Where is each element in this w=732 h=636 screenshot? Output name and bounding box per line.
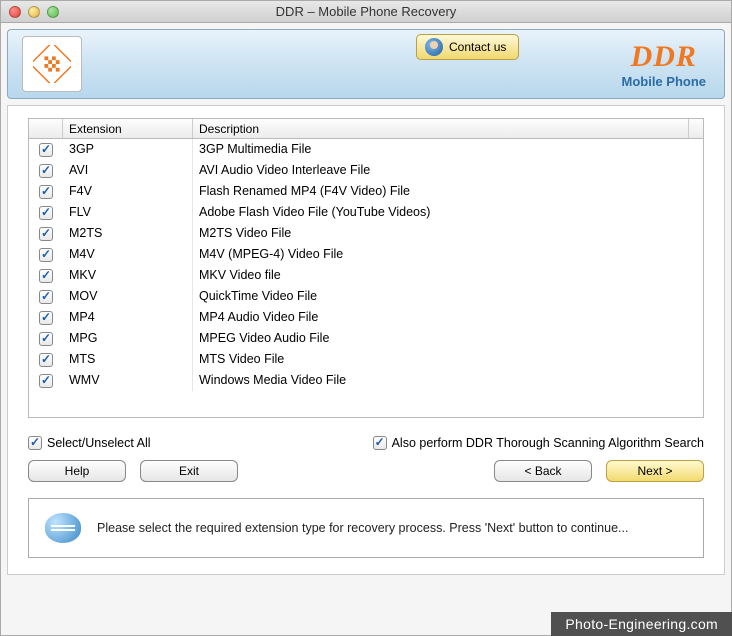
row-checkbox[interactable] xyxy=(29,286,63,307)
back-button[interactable]: < Back xyxy=(494,460,592,482)
thorough-scan-checkbox[interactable]: Also perform DDR Thorough Scanning Algor… xyxy=(373,436,704,450)
row-extension: MPG xyxy=(63,328,193,349)
row-checkbox[interactable] xyxy=(29,370,63,391)
table-body: 3GP3GP Multimedia FileAVIAVI Audio Video… xyxy=(29,139,703,391)
table-row[interactable]: WMVWindows Media Video File xyxy=(29,370,703,391)
person-icon xyxy=(425,38,443,56)
app-logo xyxy=(22,36,82,92)
brand: DDR Mobile Phone xyxy=(622,40,711,89)
checkbox-icon xyxy=(39,143,53,157)
row-extension: FLV xyxy=(63,202,193,223)
extension-table: Extension Description 3GP3GP Multimedia … xyxy=(28,118,704,418)
watermark: Photo-Engineering.com xyxy=(551,612,732,636)
zoom-icon[interactable] xyxy=(47,6,59,18)
table-row[interactable]: FLVAdobe Flash Video File (YouTube Video… xyxy=(29,202,703,223)
row-description: MKV Video file xyxy=(193,265,703,286)
window-title: DDR – Mobile Phone Recovery xyxy=(1,1,731,23)
select-all-checkbox[interactable]: Select/Unselect All xyxy=(28,436,151,450)
brand-title: DDR xyxy=(622,40,707,74)
select-all-label: Select/Unselect All xyxy=(47,436,151,450)
row-description: Flash Renamed MP4 (F4V Video) File xyxy=(193,181,703,202)
row-checkbox[interactable] xyxy=(29,244,63,265)
row-description: AVI Audio Video Interleave File xyxy=(193,160,703,181)
hint-text: Please select the required extension typ… xyxy=(97,519,628,538)
hint-box: Please select the required extension typ… xyxy=(28,498,704,558)
app-window: DDR – Mobile Phone Recovery Contact us D… xyxy=(0,0,732,636)
row-description: MPEG Video Audio File xyxy=(193,328,703,349)
row-extension: M2TS xyxy=(63,223,193,244)
table-row[interactable]: MPGMPEG Video Audio File xyxy=(29,328,703,349)
table-row[interactable]: F4VFlash Renamed MP4 (F4V Video) File xyxy=(29,181,703,202)
options-row: Select/Unselect All Also perform DDR Tho… xyxy=(28,436,704,450)
row-extension: 3GP xyxy=(63,139,193,160)
row-description: MP4 Audio Video File xyxy=(193,307,703,328)
checkbox-icon xyxy=(39,164,53,178)
next-button[interactable]: Next > xyxy=(606,460,704,482)
window-controls xyxy=(1,6,59,18)
checkbox-icon xyxy=(39,353,53,367)
minimize-icon[interactable] xyxy=(28,6,40,18)
checkbox-icon xyxy=(39,185,53,199)
row-checkbox[interactable] xyxy=(29,181,63,202)
row-checkbox[interactable] xyxy=(29,265,63,286)
checkbox-icon xyxy=(39,311,53,325)
table-row[interactable]: MKVMKV Video file xyxy=(29,265,703,286)
col-extension[interactable]: Extension xyxy=(63,119,193,138)
row-extension: MKV xyxy=(63,265,193,286)
row-checkbox[interactable] xyxy=(29,202,63,223)
col-checkbox xyxy=(29,119,63,138)
row-description: M4V (MPEG-4) Video File xyxy=(193,244,703,265)
header-banner: Contact us DDR Mobile Phone xyxy=(7,29,725,99)
table-row[interactable]: MP4MP4 Audio Video File xyxy=(29,307,703,328)
checkbox-icon xyxy=(39,374,53,388)
content-panel: Extension Description 3GP3GP Multimedia … xyxy=(7,105,725,575)
row-description: QuickTime Video File xyxy=(193,286,703,307)
row-description: 3GP Multimedia File xyxy=(193,139,703,160)
checkbox-icon xyxy=(373,436,387,450)
checkbox-icon xyxy=(28,436,42,450)
logo-icon xyxy=(33,45,71,83)
row-extension: MTS xyxy=(63,349,193,370)
table-row[interactable]: MOVQuickTime Video File xyxy=(29,286,703,307)
row-checkbox[interactable] xyxy=(29,139,63,160)
row-extension: MP4 xyxy=(63,307,193,328)
checkbox-icon xyxy=(39,269,53,283)
row-checkbox[interactable] xyxy=(29,160,63,181)
row-description: Adobe Flash Video File (YouTube Videos) xyxy=(193,202,703,223)
checkbox-icon xyxy=(39,290,53,304)
row-checkbox[interactable] xyxy=(29,223,63,244)
row-extension: AVI xyxy=(63,160,193,181)
button-row: Help Exit < Back Next > xyxy=(28,460,704,482)
checkbox-icon xyxy=(39,227,53,241)
table-row[interactable]: M4VM4V (MPEG-4) Video File xyxy=(29,244,703,265)
table-row[interactable]: 3GP3GP Multimedia File xyxy=(29,139,703,160)
table-row[interactable]: MTSMTS Video File xyxy=(29,349,703,370)
table-header: Extension Description xyxy=(29,119,703,139)
col-description[interactable]: Description xyxy=(193,119,689,138)
thorough-scan-label: Also perform DDR Thorough Scanning Algor… xyxy=(392,436,704,450)
checkbox-icon xyxy=(39,332,53,346)
exit-button[interactable]: Exit xyxy=(140,460,238,482)
row-description: MTS Video File xyxy=(193,349,703,370)
row-checkbox[interactable] xyxy=(29,349,63,370)
row-checkbox[interactable] xyxy=(29,328,63,349)
titlebar[interactable]: DDR – Mobile Phone Recovery xyxy=(1,1,731,23)
checkbox-icon xyxy=(39,206,53,220)
row-description: Windows Media Video File xyxy=(193,370,703,391)
contact-us-label: Contact us xyxy=(449,40,506,54)
help-button[interactable]: Help xyxy=(28,460,126,482)
close-icon[interactable] xyxy=(9,6,21,18)
speech-bubble-icon xyxy=(45,513,81,543)
brand-subtitle: Mobile Phone xyxy=(622,74,707,89)
row-description: M2TS Video File xyxy=(193,223,703,244)
row-checkbox[interactable] xyxy=(29,307,63,328)
row-extension: WMV xyxy=(63,370,193,391)
table-row[interactable]: AVIAVI Audio Video Interleave File xyxy=(29,160,703,181)
row-extension: F4V xyxy=(63,181,193,202)
row-extension: M4V xyxy=(63,244,193,265)
table-row[interactable]: M2TSM2TS Video File xyxy=(29,223,703,244)
row-extension: MOV xyxy=(63,286,193,307)
checkbox-icon xyxy=(39,248,53,262)
contact-us-button[interactable]: Contact us xyxy=(416,34,519,60)
